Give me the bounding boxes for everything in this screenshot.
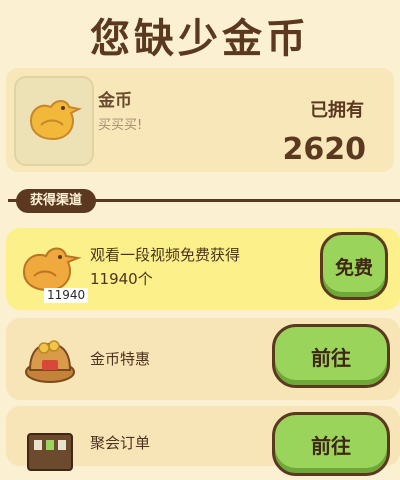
- order-board-icon: [14, 416, 86, 480]
- video-offer-text: 观看一段视频免费获得: [90, 246, 241, 264]
- party-order-label: 聚会订单: [90, 434, 151, 452]
- free-button[interactable]: 免费: [320, 232, 388, 300]
- coin-description: 买买买!: [98, 118, 143, 133]
- go-button-party-order[interactable]: 前往: [272, 412, 390, 476]
- reward-badge: 11940: [44, 288, 89, 303]
- bird-coin-icon: [29, 100, 83, 141]
- coin-name: 金币: [98, 91, 132, 111]
- owned-count: 2620: [282, 132, 367, 167]
- coin-bag-icon: [14, 328, 86, 392]
- coin-deal-label: 金币特惠: [90, 350, 151, 368]
- page-title: 您缺少金币: [90, 16, 310, 62]
- coin-thumbnail: [14, 76, 94, 166]
- go-button-coin-deal[interactable]: 前往: [272, 324, 390, 388]
- video-offer-amount: 11940个: [90, 270, 153, 288]
- section-label: 获得渠道: [16, 189, 97, 213]
- coin-card: 金币 买买买! 已拥有 2620: [6, 68, 394, 172]
- owned-label: 已拥有: [310, 100, 364, 121]
